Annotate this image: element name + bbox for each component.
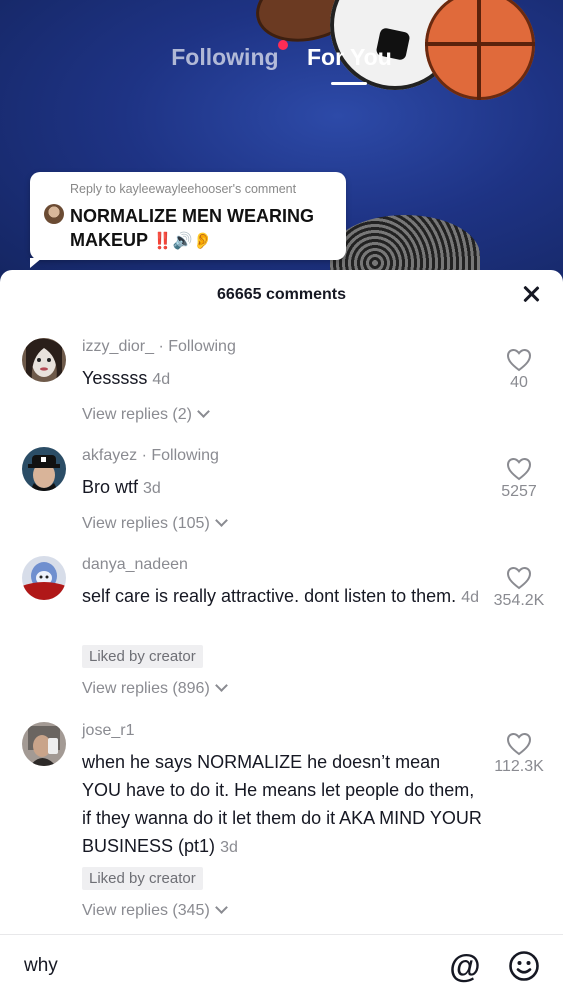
following-label: · Following	[141, 447, 219, 464]
comment-time: 3d	[143, 480, 161, 497]
chevron-down-icon	[214, 679, 228, 692]
comment-text-content: Yesssss	[82, 368, 148, 388]
liked-by-creator-badge: Liked by creator	[82, 645, 203, 668]
comment-time: 3d	[220, 839, 238, 856]
view-replies-label[interactable]: View replies (896)	[82, 680, 210, 697]
avatar[interactable]	[22, 338, 66, 382]
view-replies-label[interactable]: View replies (105)	[82, 515, 210, 532]
comments-count-title: 66665 comments	[217, 286, 346, 303]
like-button[interactable]: 112.3K	[489, 732, 549, 776]
smiley-icon[interactable]	[508, 950, 540, 982]
tab-following[interactable]: Following	[171, 44, 278, 71]
like-button[interactable]: 40	[489, 348, 549, 392]
comment-username[interactable]: akfayez · Following	[82, 447, 219, 465]
like-count: 5257	[501, 483, 537, 500]
reply-comment-card[interactable]: Reply to kayleewayleehooser's comment NO…	[30, 172, 346, 268]
username[interactable]: jose_r1	[82, 722, 134, 739]
username[interactable]: danya_nadeen	[82, 556, 188, 573]
comment-username[interactable]: izzy_dior_ · Following	[82, 338, 236, 356]
tab-for-you[interactable]: For You	[307, 44, 392, 71]
comment-text: Bro wtf 3d	[82, 473, 482, 503]
comment-username[interactable]: danya_nadeen	[82, 556, 188, 574]
heart-outline-icon[interactable]	[506, 457, 532, 481]
comment-text: self care is really attractive. dont lis…	[82, 582, 482, 612]
chevron-down-icon	[214, 514, 228, 527]
comments-sheet: 66665 comments izzy_dior_ · Following Ye…	[0, 270, 563, 1000]
comment-text-content: when he says NORMALIZE he doesn’t mean Y…	[82, 752, 482, 856]
liked-by-creator-badge: Liked by creator	[82, 867, 203, 890]
comment-text-content: self care is really attractive. dont lis…	[82, 586, 457, 606]
at-icon[interactable]: @	[448, 949, 482, 983]
comment-text-content: Bro wtf	[82, 477, 139, 497]
avatar[interactable]	[22, 447, 66, 491]
reply-to-label: Reply to kayleewayleehooser's comment	[70, 182, 297, 196]
heart-outline-icon[interactable]	[506, 566, 532, 590]
reply-emoji: ‼️🔊👂	[152, 233, 213, 250]
reply-avatar	[44, 204, 64, 224]
view-replies-label[interactable]: View replies (345)	[82, 902, 210, 919]
following-label: · Following	[158, 338, 236, 355]
avatar[interactable]	[22, 556, 66, 600]
avatar[interactable]	[22, 722, 66, 766]
view-replies-button[interactable]: View replies (2)	[82, 405, 210, 424]
comment-time: 4d	[461, 589, 479, 606]
reply-comment-text: NORMALIZE MEN WEARING MAKEUP ‼️🔊👂	[70, 204, 340, 254]
comment-time: 4d	[152, 371, 171, 388]
heart-outline-icon[interactable]	[506, 348, 532, 372]
like-button[interactable]: 354.2K	[489, 566, 549, 610]
view-replies-button[interactable]: View replies (105)	[82, 514, 228, 533]
view-replies-button[interactable]: View replies (896)	[82, 679, 228, 698]
like-count: 112.3K	[494, 758, 544, 775]
username[interactable]: akfayez	[82, 447, 137, 464]
close-icon[interactable]	[521, 284, 541, 304]
chevron-down-icon	[214, 901, 228, 914]
comment-input[interactable]	[24, 955, 404, 977]
video-background[interactable]: Following For You Reply to kayleewayleeh…	[0, 0, 563, 290]
comment-username[interactable]: jose_r1	[82, 722, 134, 740]
following-notification-dot	[278, 40, 288, 50]
like-count: 354.2K	[493, 592, 545, 609]
like-count: 40	[510, 374, 528, 391]
comment-input-bar: @	[0, 934, 563, 1001]
view-replies-button[interactable]: View replies (345)	[82, 901, 228, 920]
comment-text: Yesssss 4d	[82, 364, 482, 394]
username[interactable]: izzy_dior_	[82, 338, 154, 355]
view-replies-label[interactable]: View replies (2)	[82, 406, 192, 423]
heart-outline-icon[interactable]	[506, 732, 532, 756]
like-button[interactable]: 5257	[489, 457, 549, 501]
chevron-down-icon	[197, 405, 210, 418]
comment-text: when he says NORMALIZE he doesn’t mean Y…	[82, 748, 482, 862]
